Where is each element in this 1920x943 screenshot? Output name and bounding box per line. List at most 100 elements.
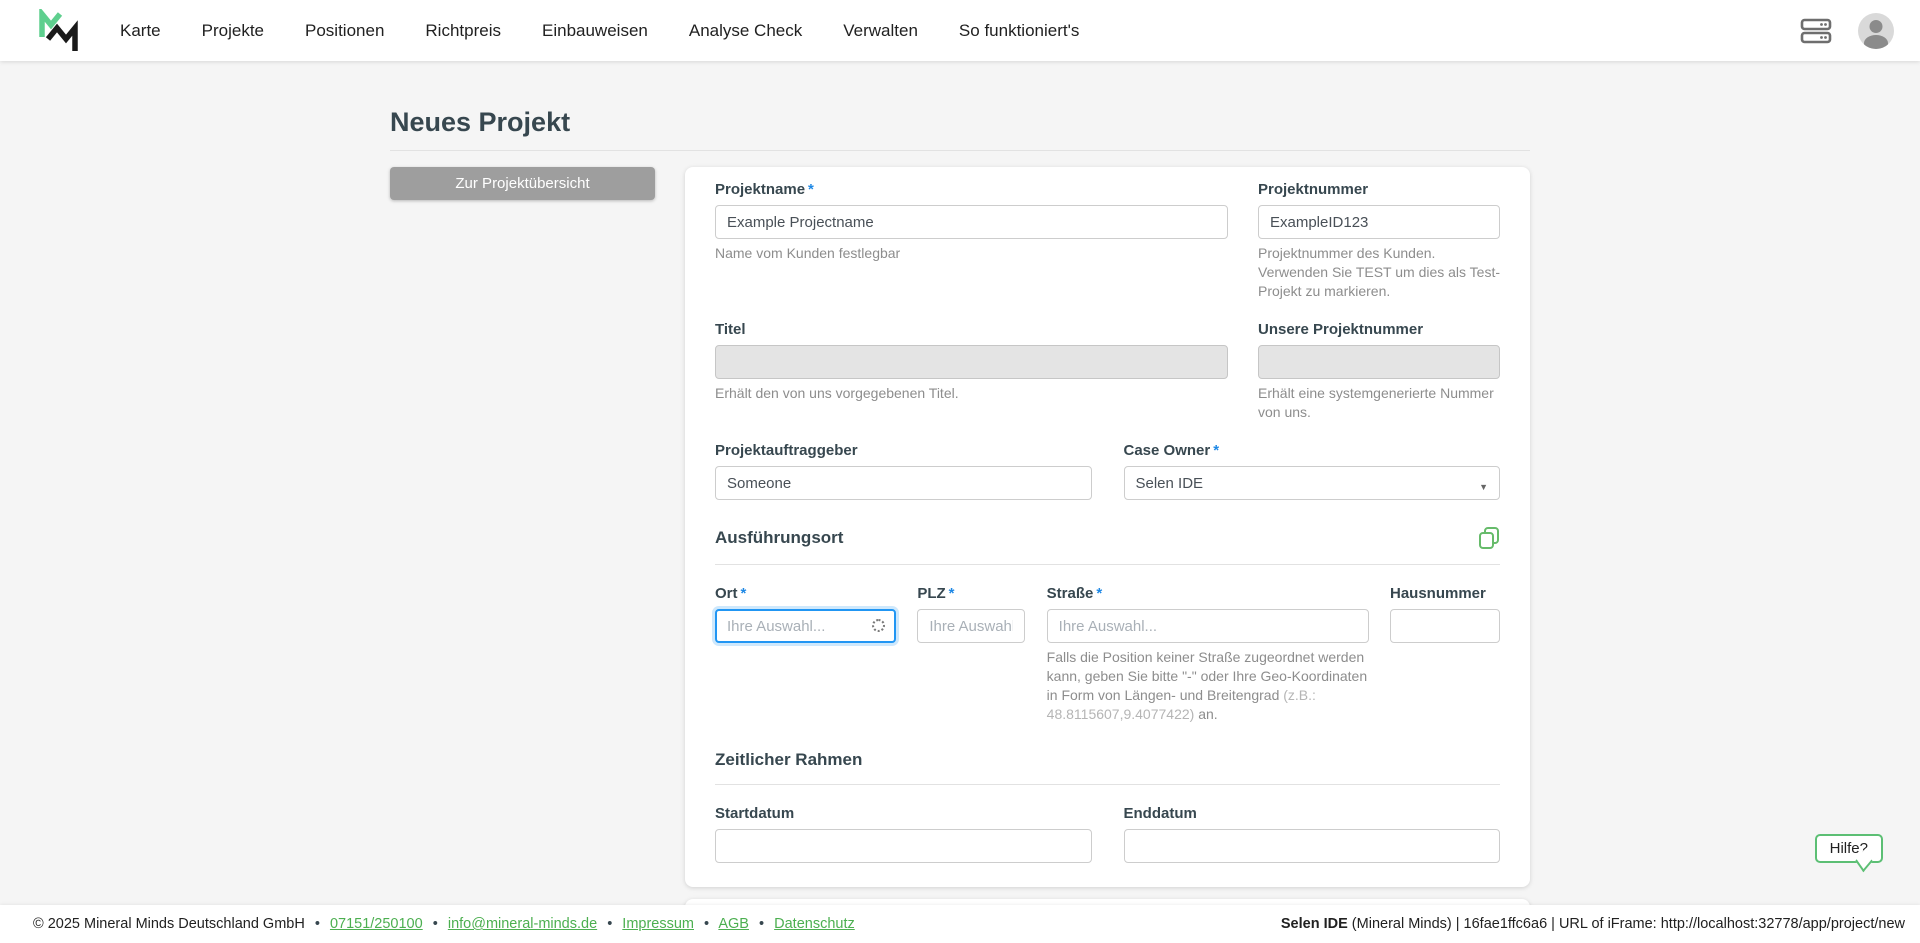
left-column: Zur Projektübersicht: [390, 167, 655, 200]
field-ort: Ort*: [715, 585, 896, 724]
case-owner-label-text: Case Owner: [1124, 442, 1211, 459]
strasse-hint-main: Falls die Position keiner Straße zugeord…: [1047, 649, 1367, 703]
page-footer: © 2025 Mineral Minds Deutschland GmbH • …: [0, 905, 1920, 943]
titel-label: Titel: [715, 321, 1228, 339]
field-titel: Titel Erhält den von uns vorgegebenen Ti…: [715, 321, 1228, 422]
field-plz: PLZ*: [917, 585, 1025, 724]
required-asterisk: *: [1213, 442, 1219, 459]
projektname-label: Projektname*: [715, 181, 1228, 199]
enddatum-label: Enddatum: [1124, 805, 1501, 823]
row-name-number: Projektname* Name vom Kunden festlegbar …: [715, 181, 1500, 301]
field-strasse: Straße* Falls die Position keiner Straße…: [1047, 585, 1369, 724]
footer-session-details: (Mineral Minds) | 16fae1ffc6a6 | URL of …: [1348, 916, 1905, 932]
strasse-label-text: Straße: [1047, 585, 1094, 602]
required-asterisk: *: [949, 585, 955, 602]
row-dates: Startdatum Enddatum: [715, 805, 1500, 863]
titel-input: [715, 345, 1228, 379]
hausnummer-input[interactable]: [1390, 609, 1500, 643]
strasse-input[interactable]: [1047, 609, 1369, 643]
nav-item-positionen[interactable]: Positionen: [305, 21, 384, 41]
projektauftraggeber-label: Projektauftraggeber: [715, 442, 1092, 460]
page-container: Neues Projekt Zur Projektübersicht Proje…: [390, 61, 1530, 905]
loading-spinner-icon: [872, 619, 885, 632]
case-owner-label: Case Owner*: [1124, 442, 1501, 460]
required-asterisk: *: [1096, 585, 1102, 602]
strasse-hint: Falls die Position keiner Straße zugeord…: [1047, 648, 1369, 724]
title-divider: [390, 150, 1530, 151]
help-button[interactable]: Hilfe?: [1815, 834, 1883, 863]
field-case-owner: Case Owner* Selen IDE ▼: [1124, 442, 1501, 500]
row-auftraggeber-owner: Projektauftraggeber Case Owner* Selen ID…: [715, 442, 1500, 500]
footer-session-info: Selen IDE (Mineral Minds) | 16fae1ffc6a6…: [1281, 916, 1905, 932]
footer-separator: •: [315, 916, 320, 932]
unsere-projektnummer-label: Unsere Projektnummer: [1258, 321, 1500, 339]
field-hausnummer: Hausnummer: [1390, 585, 1500, 724]
plz-label-text: PLZ: [917, 585, 945, 602]
unsere-projektnummer-hint: Erhält eine systemgenerierte Nummer von …: [1258, 384, 1500, 422]
footer-separator: •: [759, 916, 764, 932]
main-area: Neues Projekt Zur Projektübersicht Proje…: [0, 61, 1920, 905]
nav-item-richtpreis[interactable]: Richtpreis: [425, 21, 501, 41]
server-icon[interactable]: [1800, 18, 1832, 44]
strasse-hint-suffix: an.: [1194, 706, 1217, 722]
zeitlicher-rahmen-title: Zeitlicher Rahmen: [715, 750, 862, 770]
page-title: Neues Projekt: [390, 107, 1530, 137]
back-to-project-overview-button[interactable]: Zur Projektübersicht: [390, 167, 655, 200]
hausnummer-label: Hausnummer: [1390, 585, 1500, 603]
projektname-label-text: Projektname: [715, 181, 805, 198]
nav-item-analyse-check[interactable]: Analyse Check: [689, 21, 802, 41]
user-avatar-icon[interactable]: [1858, 13, 1894, 49]
footer-user-name: Selen IDE: [1281, 916, 1348, 932]
projektname-input[interactable]: [715, 205, 1228, 239]
app-root: Karte Projekte Positionen Richtpreis Ein…: [0, 0, 1920, 943]
strasse-label: Straße*: [1047, 585, 1369, 603]
projektauftraggeber-input[interactable]: [715, 466, 1092, 500]
projektnummer-label: Projektnummer: [1258, 181, 1500, 199]
footer-link-datenschutz[interactable]: Datenschutz: [774, 916, 855, 932]
plz-label: PLZ*: [917, 585, 1025, 603]
field-projektnummer: Projektnummer Projektnummer des Kunden. …: [1258, 181, 1500, 301]
footer-left: © 2025 Mineral Minds Deutschland GmbH • …: [33, 916, 855, 932]
field-startdatum: Startdatum: [715, 805, 1092, 863]
case-owner-select[interactable]: Selen IDE ▼: [1124, 466, 1501, 500]
nav-item-karte[interactable]: Karte: [120, 21, 161, 41]
top-navbar: Karte Projekte Positionen Richtpreis Ein…: [0, 0, 1920, 61]
copyright-text: © 2025 Mineral Minds Deutschland GmbH: [33, 916, 305, 932]
projektnummer-input[interactable]: [1258, 205, 1500, 239]
ausfuehrungsort-title: Ausführungsort: [715, 528, 843, 548]
nav-item-so-funktionierts[interactable]: So funktioniert's: [959, 21, 1079, 41]
footer-link-phone[interactable]: 07151/250100: [330, 916, 423, 932]
content-row: Zur Projektübersicht Projektname* Name v…: [390, 167, 1530, 887]
titel-hint: Erhält den von uns vorgegebenen Titel.: [715, 384, 1228, 403]
nav-item-einbauweisen[interactable]: Einbauweisen: [542, 21, 648, 41]
footer-separator: •: [704, 916, 709, 932]
footer-link-agb[interactable]: AGB: [718, 916, 749, 932]
field-unsere-projektnummer: Unsere Projektnummer Erhält eine systemg…: [1258, 321, 1500, 422]
field-projektauftraggeber: Projektauftraggeber: [715, 442, 1092, 500]
mineral-minds-logo[interactable]: [36, 8, 82, 54]
startdatum-label: Startdatum: [715, 805, 1092, 823]
case-owner-selected-value[interactable]: Selen IDE: [1124, 466, 1501, 500]
row-address: Ort* PLZ*: [715, 585, 1500, 724]
nav-item-verwalten[interactable]: Verwalten: [843, 21, 918, 41]
footer-link-impressum[interactable]: Impressum: [622, 916, 694, 932]
nav-item-projekte[interactable]: Projekte: [202, 21, 264, 41]
enddatum-input[interactable]: [1124, 829, 1501, 863]
section-ausfuehrungsort: Ausführungsort: [715, 526, 1500, 550]
unsere-projektnummer-input: [1258, 345, 1500, 379]
copy-icon[interactable]: [1478, 526, 1500, 550]
ort-input[interactable]: [715, 609, 896, 643]
project-form-card: Projektname* Name vom Kunden festlegbar …: [685, 167, 1530, 887]
projektnummer-hint: Projektnummer des Kunden. Verwenden Sie …: [1258, 244, 1500, 301]
avatar-head: [1870, 20, 1883, 33]
footer-link-email[interactable]: info@mineral-minds.de: [448, 916, 597, 932]
required-asterisk: *: [741, 585, 747, 602]
field-enddatum: Enddatum: [1124, 805, 1501, 863]
footer-separator: •: [607, 916, 612, 932]
zeitlicher-rahmen-divider: [715, 784, 1500, 785]
ort-label-text: Ort: [715, 585, 738, 602]
logo-icon: [36, 9, 80, 53]
startdatum-input[interactable]: [715, 829, 1092, 863]
navbar-right: [1800, 13, 1894, 49]
plz-input[interactable]: [917, 609, 1025, 643]
